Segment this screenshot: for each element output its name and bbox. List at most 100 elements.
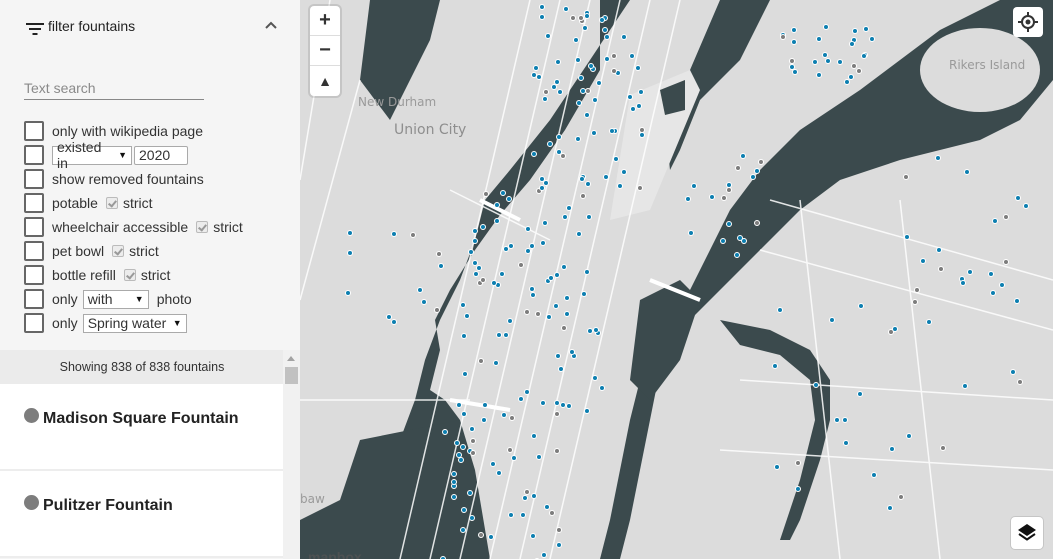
fountain-marker[interactable]	[477, 357, 484, 364]
fountain-marker[interactable]	[494, 201, 501, 208]
fountain-marker[interactable]	[541, 95, 548, 102]
fountain-marker[interactable]	[561, 213, 568, 220]
fountain-marker[interactable]	[499, 190, 506, 196]
fountain-marker[interactable]	[469, 438, 476, 445]
fountain-marker[interactable]	[489, 460, 496, 467]
fountain-marker[interactable]	[575, 99, 582, 106]
fountain-marker[interactable]	[469, 449, 476, 456]
fountain-marker[interactable]	[460, 332, 467, 339]
fountain-marker[interactable]	[629, 105, 636, 112]
existed-checkbox[interactable]	[24, 145, 44, 165]
bottle-refill-strict-checkbox[interactable]	[123, 269, 136, 281]
fountain-marker[interactable]	[773, 463, 780, 470]
zoom-in-button[interactable]: +	[310, 6, 340, 36]
fountain-marker[interactable]	[545, 32, 552, 39]
fountain-marker[interactable]	[792, 68, 799, 75]
fountain-marker[interactable]	[914, 286, 921, 293]
fountain-marker[interactable]	[572, 36, 579, 43]
fountain-marker[interactable]	[1003, 213, 1010, 220]
fountain-marker[interactable]	[903, 233, 910, 240]
fountain-marker[interactable]	[532, 64, 539, 71]
potable-checkbox[interactable]	[24, 193, 44, 213]
locate-button[interactable]	[1013, 7, 1043, 37]
fountain-marker[interactable]	[538, 185, 545, 192]
fountain-marker[interactable]	[851, 28, 858, 35]
fountain-marker[interactable]	[638, 131, 645, 138]
fountain-marker[interactable]	[543, 179, 550, 186]
fountain-marker[interactable]	[790, 38, 797, 45]
fountain-marker[interactable]	[925, 318, 932, 325]
filter-header[interactable]: filter fountains	[24, 16, 284, 38]
wheelchair-strict-checkbox[interactable]	[196, 221, 209, 233]
fountain-marker[interactable]	[708, 194, 715, 201]
fountain-marker[interactable]	[636, 185, 643, 192]
fountain-marker[interactable]	[919, 257, 926, 264]
fountain-marker[interactable]	[433, 306, 440, 313]
fountain-marker[interactable]	[635, 64, 642, 71]
fountain-marker[interactable]	[757, 159, 764, 166]
fountain-marker[interactable]	[608, 127, 615, 134]
fountain-marker[interactable]	[539, 13, 546, 20]
fountain-marker[interactable]	[726, 220, 733, 227]
fountain-marker[interactable]	[529, 291, 536, 298]
water-type-select[interactable]: Spring water ▼	[82, 313, 187, 333]
fountain-marker[interactable]	[460, 443, 467, 450]
fountain-marker[interactable]	[961, 383, 968, 390]
fountain-marker[interactable]	[506, 317, 513, 324]
fountain-marker[interactable]	[581, 25, 588, 32]
scroll-up-icon[interactable]	[287, 356, 295, 361]
fountain-marker[interactable]	[539, 239, 546, 246]
results-scrollbar[interactable]	[283, 350, 300, 559]
fountain-marker[interactable]	[888, 445, 895, 452]
fountain-marker[interactable]	[480, 223, 487, 230]
water-type-checkbox[interactable]	[24, 313, 44, 333]
wikipedia-checkbox[interactable]	[24, 121, 44, 141]
photo-mode-select[interactable]: with ▼	[82, 289, 149, 309]
fountain-marker[interactable]	[491, 279, 498, 286]
fountain-marker[interactable]	[843, 78, 850, 85]
fountain-marker[interactable]	[813, 381, 820, 388]
fountain-marker[interactable]	[492, 360, 499, 367]
scroll-thumb[interactable]	[285, 367, 298, 384]
fountain-marker[interactable]	[503, 331, 510, 338]
fountain-marker[interactable]	[510, 454, 517, 461]
fountain-marker[interactable]	[601, 27, 608, 34]
fountain-marker[interactable]	[691, 182, 698, 189]
fountain-marker[interactable]	[555, 526, 562, 533]
fountain-marker[interactable]	[495, 331, 502, 338]
fountain-marker[interactable]	[524, 226, 531, 232]
fountain-marker[interactable]	[771, 362, 778, 369]
fountain-marker[interactable]	[460, 526, 467, 533]
fountain-marker[interactable]	[472, 271, 479, 278]
fountain-marker[interactable]	[468, 514, 475, 521]
chevron-up-icon[interactable]	[264, 19, 278, 33]
mapbox-logo[interactable]: mapbox	[308, 549, 362, 559]
fountain-marker[interactable]	[437, 263, 444, 270]
fountain-marker[interactable]	[569, 15, 576, 22]
fountain-marker[interactable]	[902, 174, 909, 181]
fountain-marker[interactable]	[749, 173, 756, 180]
fountain-marker[interactable]	[991, 217, 998, 224]
layers-button[interactable]	[1011, 517, 1043, 549]
fountain-marker[interactable]	[565, 402, 572, 409]
fountain-marker[interactable]	[525, 247, 532, 254]
fountain-marker[interactable]	[539, 400, 546, 407]
fountain-marker[interactable]	[579, 87, 586, 94]
fountain-marker[interactable]	[616, 182, 623, 189]
bottle-refill-checkbox[interactable]	[24, 265, 44, 285]
fountain-marker[interactable]	[471, 227, 478, 234]
fountain-marker[interactable]	[480, 416, 487, 423]
fountain-marker[interactable]	[487, 533, 494, 540]
fountain-marker[interactable]	[540, 551, 547, 558]
text-search-input[interactable]	[24, 76, 204, 100]
pet-bowl-checkbox[interactable]	[24, 241, 44, 261]
fountain-marker[interactable]	[891, 325, 898, 332]
fountain-marker[interactable]	[530, 532, 537, 539]
fountain-marker[interactable]	[1002, 259, 1009, 266]
compass-button[interactable]: ▲	[310, 66, 340, 96]
map[interactable]: New Durham Union City Rikers Island baw …	[300, 0, 1053, 559]
potable-strict-checkbox[interactable]	[105, 197, 118, 209]
fountain-marker[interactable]	[344, 290, 351, 297]
fountain-marker[interactable]	[868, 35, 875, 42]
result-item[interactable]: Pulitzer Fountain	[0, 471, 283, 558]
